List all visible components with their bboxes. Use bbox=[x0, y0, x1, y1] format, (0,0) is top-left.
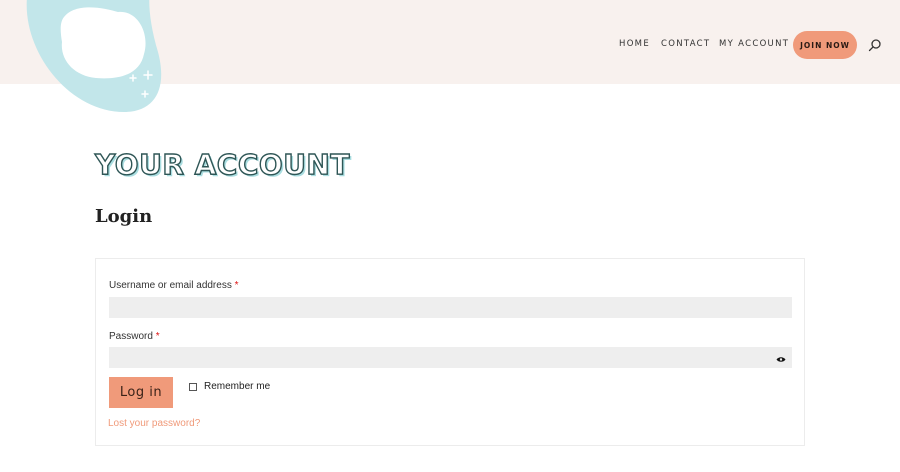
page-title: YOUR ACCOUNT bbox=[94, 147, 350, 181]
nav-my-account[interactable]: MY ACCOUNT bbox=[719, 39, 789, 49]
required-marker: * bbox=[234, 280, 239, 291]
join-now-button[interactable]: JOIN NOW bbox=[793, 31, 857, 59]
username-label: Username or email address * bbox=[109, 280, 239, 291]
remember-me: Remember me bbox=[189, 381, 270, 392]
nav-contact[interactable]: CONTACT bbox=[661, 39, 710, 49]
eye-icon[interactable] bbox=[776, 356, 786, 363]
username-label-text: Username or email address bbox=[109, 280, 232, 291]
password-label: Password * bbox=[109, 331, 160, 342]
password-label-text: Password bbox=[109, 331, 153, 342]
login-form: Username or email address * Password * L… bbox=[95, 258, 805, 446]
lost-password-link[interactable]: Lost your password? bbox=[108, 418, 200, 429]
required-marker: * bbox=[155, 331, 160, 342]
username-input[interactable] bbox=[109, 297, 792, 318]
search-icon[interactable] bbox=[868, 38, 882, 52]
nav-home[interactable]: HOME bbox=[619, 39, 650, 49]
site-header: HOME CONTACT MY ACCOUNT JOIN NOW bbox=[0, 0, 900, 112]
login-button[interactable]: Log in bbox=[109, 377, 173, 408]
remember-me-label[interactable]: Remember me bbox=[204, 381, 270, 392]
main-nav: HOME CONTACT MY ACCOUNT JOIN NOW bbox=[0, 0, 900, 84]
password-input[interactable] bbox=[109, 347, 792, 368]
login-heading: Login bbox=[95, 206, 153, 227]
remember-me-checkbox[interactable] bbox=[189, 382, 197, 391]
